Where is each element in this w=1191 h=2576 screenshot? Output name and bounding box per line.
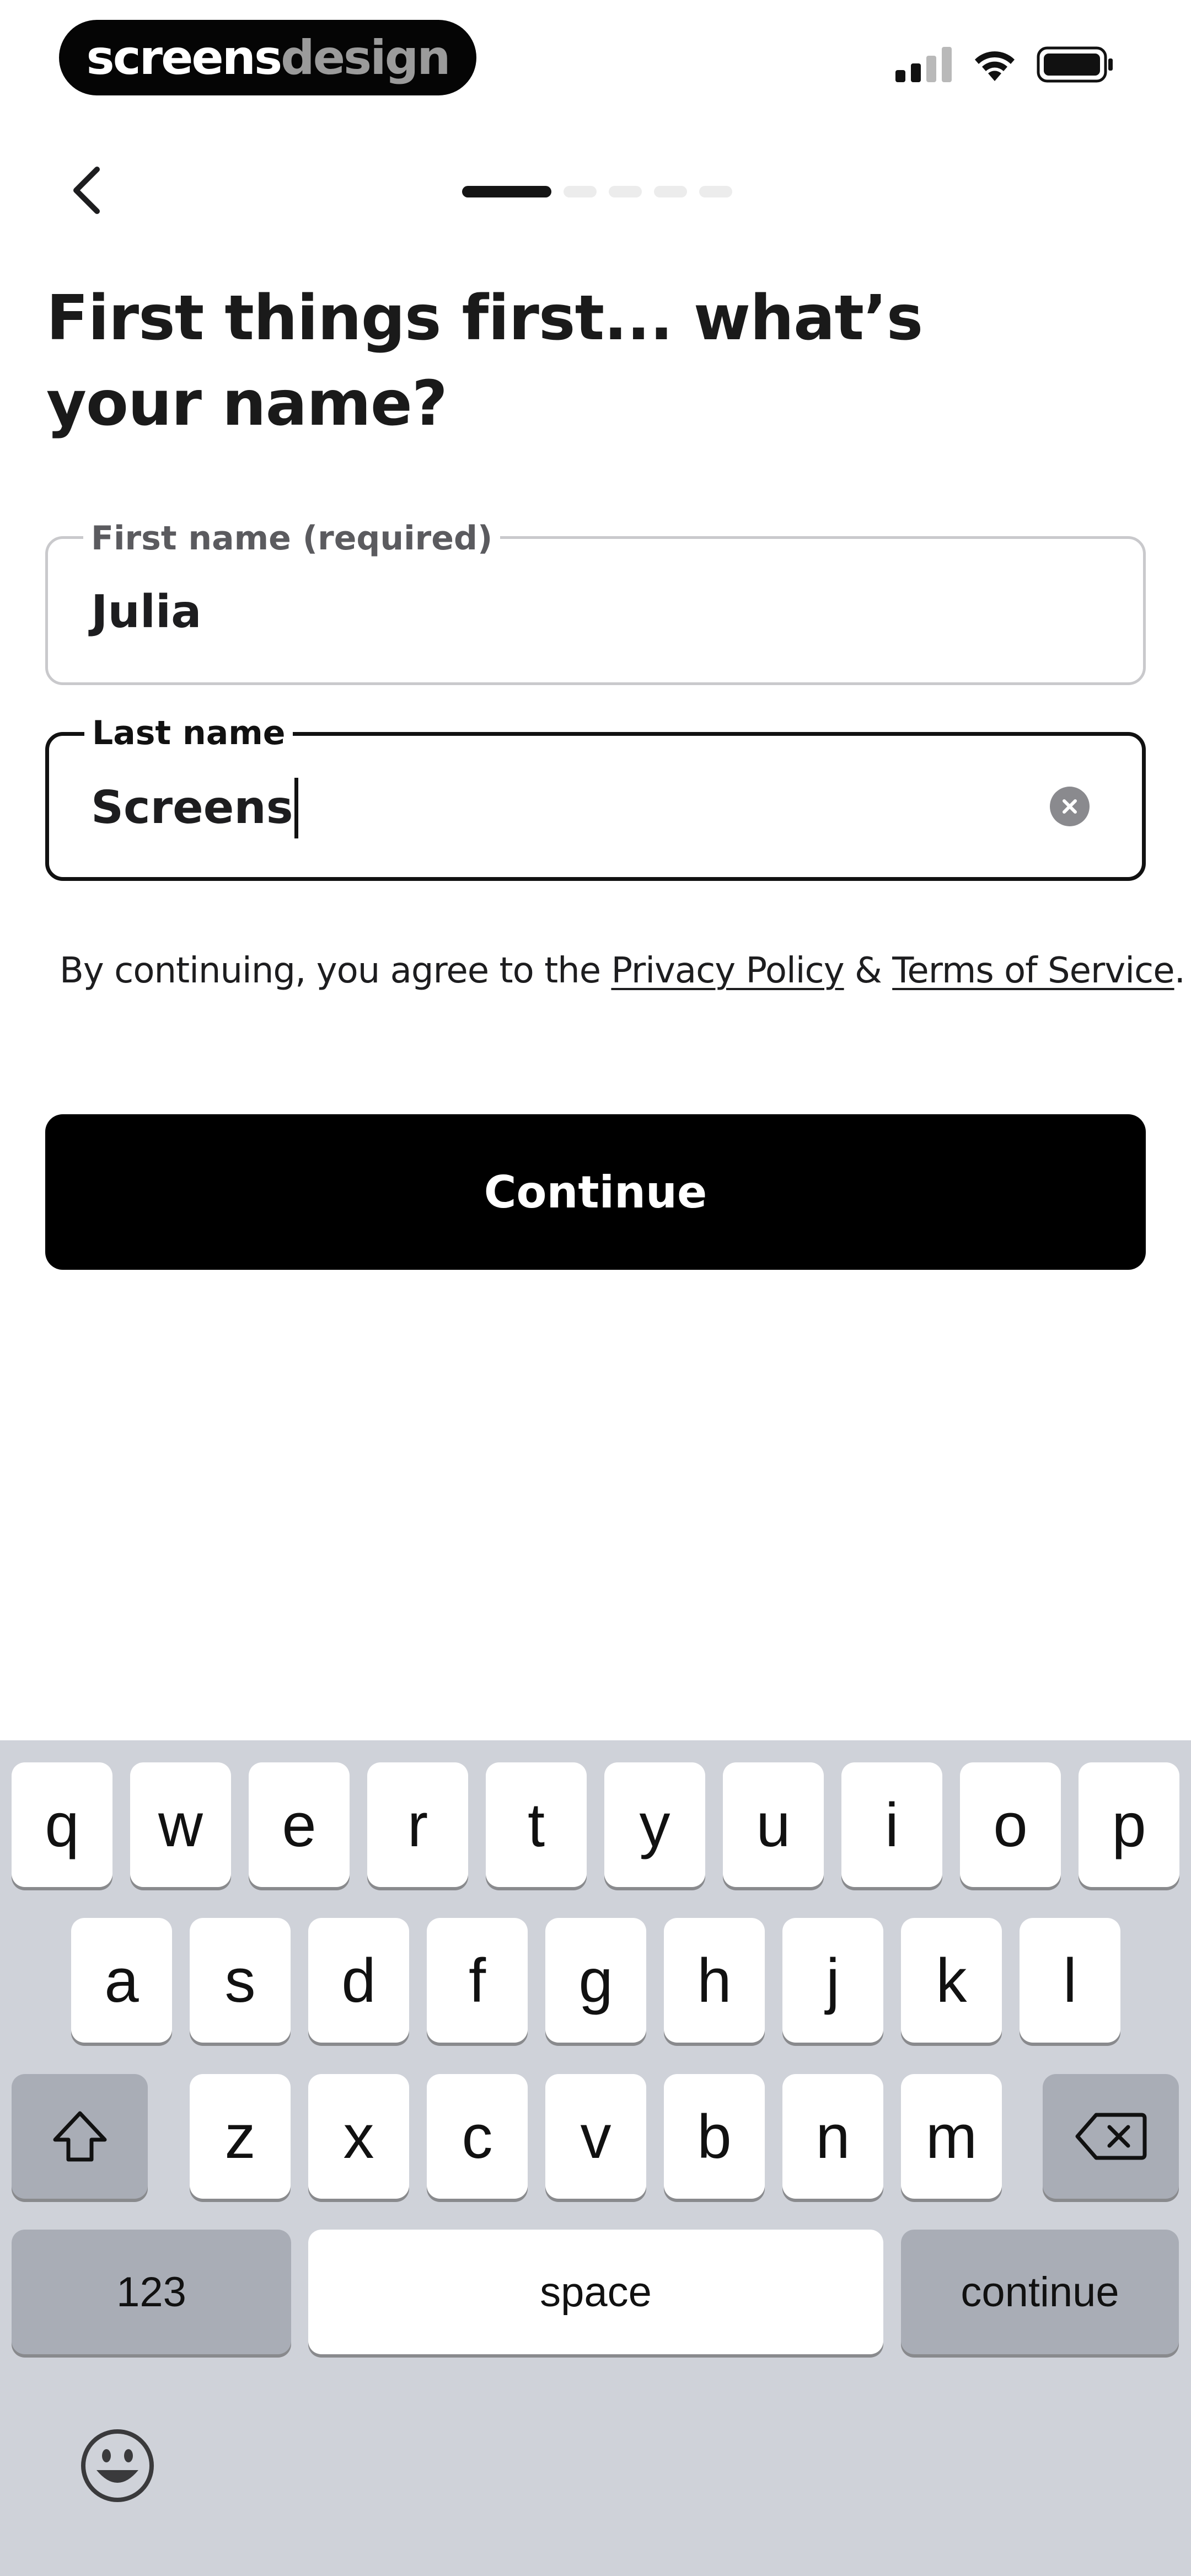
key-t[interactable]: t <box>486 1762 587 1887</box>
progress-step <box>654 186 687 197</box>
return-key[interactable]: continue <box>901 2230 1179 2354</box>
key-n[interactable]: n <box>782 2074 883 2199</box>
key-a[interactable]: a <box>71 1918 172 2043</box>
first-name-value: Julia <box>91 586 202 638</box>
key-x[interactable]: x <box>308 2074 409 2199</box>
terms-of-service-link[interactable]: Terms of Service <box>892 950 1174 991</box>
terms-notice: By continuing, you agree to the Privacy … <box>60 949 1185 993</box>
battery-icon <box>1037 46 1113 83</box>
key-j[interactable]: j <box>782 1918 883 2043</box>
page-title: First things first... what’s your name? <box>46 282 923 440</box>
terms-prefix: By continuing, you agree to the <box>60 950 611 991</box>
delete-key[interactable] <box>1043 2074 1179 2199</box>
keyboard: q w e r t y u i o p a s d f g h j k l z … <box>0 1740 1191 2576</box>
key-b[interactable]: b <box>664 2074 765 2199</box>
key-h[interactable]: h <box>664 1918 765 2043</box>
key-m[interactable]: m <box>901 2074 1002 2199</box>
key-o[interactable]: o <box>960 1762 1061 1887</box>
terms-separator: & <box>844 950 893 991</box>
back-button[interactable] <box>61 160 110 221</box>
first-name-field[interactable]: First name (required) Julia <box>45 519 1146 685</box>
key-u[interactable]: u <box>723 1762 824 1887</box>
brand-logo: screens design <box>59 20 476 95</box>
progress-step <box>609 186 642 197</box>
first-name-label: First name (required) <box>83 519 501 558</box>
numbers-key[interactable]: 123 <box>12 2230 291 2354</box>
progress-step-active <box>462 186 551 197</box>
shift-key[interactable] <box>12 2074 148 2199</box>
last-name-field[interactable]: Last name Screens <box>45 714 1146 881</box>
privacy-policy-link[interactable]: Privacy Policy <box>611 950 844 991</box>
key-s[interactable]: s <box>190 1918 291 2043</box>
key-e[interactable]: e <box>249 1762 350 1887</box>
terms-suffix: . <box>1174 950 1185 991</box>
continue-button[interactable]: Continue <box>45 1114 1146 1270</box>
status-icons <box>895 45 1114 84</box>
key-i[interactable]: i <box>841 1762 942 1887</box>
last-name-input[interactable]: Screens <box>91 778 298 838</box>
onboarding-progress <box>462 186 732 197</box>
backspace-icon <box>1075 2113 1146 2160</box>
key-k[interactable]: k <box>901 1918 1002 2043</box>
key-y[interactable]: y <box>604 1762 705 1887</box>
key-w[interactable]: w <box>130 1762 231 1887</box>
key-q[interactable]: q <box>12 1762 112 1887</box>
last-name-label: Last name <box>84 714 293 752</box>
key-z[interactable]: z <box>190 2074 291 2199</box>
key-f[interactable]: f <box>427 1918 528 2043</box>
progress-step <box>699 186 732 197</box>
clear-circle-icon <box>1063 799 1077 814</box>
progress-step <box>564 186 597 197</box>
name-entry-screen: screens design First things first... wha… <box>0 0 1191 2576</box>
wifi-icon <box>975 51 1015 81</box>
space-key[interactable]: space <box>308 2230 883 2354</box>
brand-text-screens: screens <box>86 30 283 85</box>
emoji-face-icon <box>81 2429 154 2502</box>
chevron-left-icon <box>73 167 100 214</box>
cellular-signal-icon <box>895 47 952 82</box>
shift-arrow-icon <box>53 2111 106 2162</box>
text-cursor <box>294 778 298 838</box>
brand-text-design: design <box>281 30 450 85</box>
key-p[interactable]: p <box>1079 1762 1179 1887</box>
key-r[interactable]: r <box>367 1762 468 1887</box>
key-g[interactable]: g <box>545 1918 646 2043</box>
key-d[interactable]: d <box>308 1918 409 2043</box>
last-name-value: Screens <box>91 782 293 834</box>
key-c[interactable]: c <box>427 2074 528 2199</box>
clear-text-button[interactable] <box>1050 787 1090 826</box>
key-v[interactable]: v <box>545 2074 646 2199</box>
emoji-button[interactable] <box>79 2427 156 2504</box>
key-l[interactable]: l <box>1020 1918 1120 2043</box>
